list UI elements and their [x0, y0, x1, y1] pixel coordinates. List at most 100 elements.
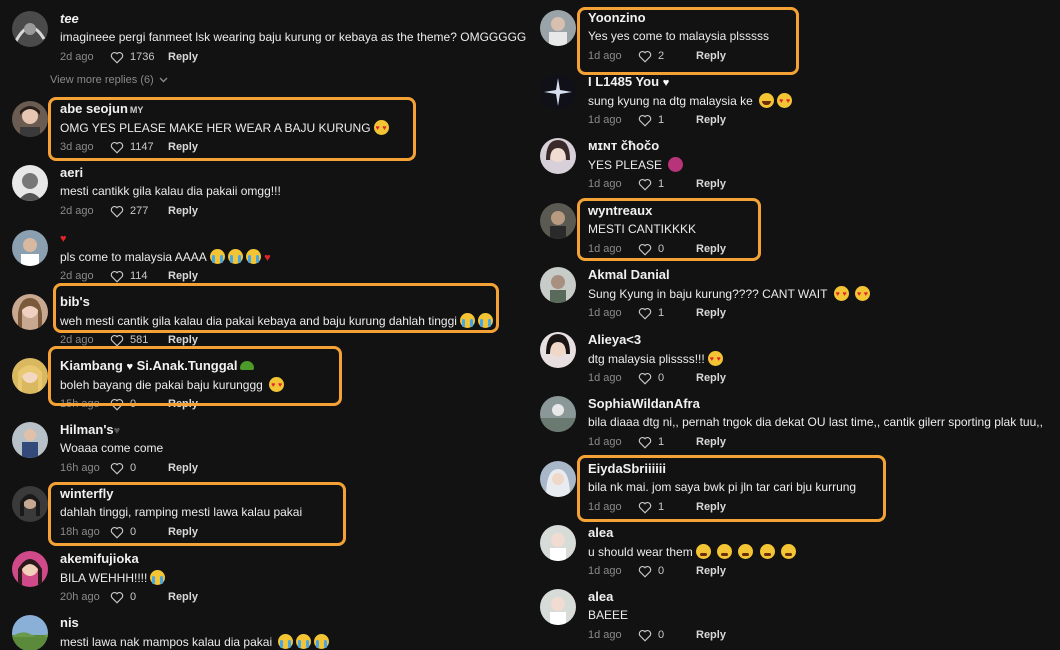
like-button[interactable]: 1 — [638, 501, 696, 514]
comment-username[interactable]: alea — [588, 589, 726, 605]
view-more-replies-button[interactable]: View more replies (6) — [50, 74, 168, 86]
like-button[interactable]: 0 — [110, 398, 168, 411]
reply-button[interactable]: Reply — [696, 50, 726, 62]
avatar[interactable] — [540, 589, 576, 625]
reply-button[interactable]: Reply — [696, 565, 726, 577]
avatar[interactable] — [540, 461, 576, 497]
heart-eyes-emoji-icon — [777, 93, 793, 109]
like-button[interactable]: 1 — [638, 178, 696, 191]
comment-username[interactable]: Alieya<3 — [588, 332, 726, 348]
like-button[interactable]: 1 — [638, 307, 696, 320]
like-button[interactable]: 0 — [110, 591, 168, 604]
like-button[interactable]: 0 — [110, 526, 168, 539]
comment-date: 1d ago — [588, 565, 622, 577]
avatar[interactable] — [12, 551, 48, 587]
comment-username[interactable]: winterfly — [60, 486, 302, 502]
like-count: 0 — [658, 243, 665, 255]
like-button[interactable]: 581 — [110, 334, 168, 347]
comment-username[interactable]: bib's — [60, 294, 493, 310]
comment-username[interactable]: aeri — [60, 165, 281, 181]
avatar[interactable] — [12, 230, 48, 266]
comment-text: BAEEE — [588, 608, 629, 622]
reply-button[interactable]: Reply — [168, 526, 198, 538]
avatar[interactable] — [540, 396, 576, 432]
comment-username[interactable]: EiydaSbriiiiii — [588, 461, 856, 477]
comment-username[interactable]: abe seojun — [60, 101, 128, 116]
reply-button[interactable]: Reply — [168, 51, 198, 63]
comment-username[interactable]: Kiambang — [60, 358, 123, 373]
heart-icon — [638, 629, 652, 642]
comment-text: MESTI CANTIKKKK — [588, 222, 697, 236]
comment-text: mesti cantikk gila kalau dia pakaii omgg… — [60, 184, 281, 198]
reply-button[interactable]: Reply — [168, 141, 198, 153]
like-button[interactable]: 0 — [638, 372, 696, 385]
reply-button[interactable]: Reply — [168, 205, 198, 217]
like-button[interactable]: 114 — [110, 270, 168, 283]
reply-button[interactable]: Reply — [696, 243, 726, 255]
comment-text: YES PLEASE — [588, 158, 663, 172]
comment-date: 1d ago — [588, 372, 622, 384]
comment-username[interactable]: ᴍɪɴᴛ čħočo — [588, 138, 726, 154]
comment-date: 2d ago — [60, 270, 94, 282]
avatar[interactable] — [540, 10, 576, 46]
comment-username[interactable]: SophiaWildanAfra — [588, 396, 1043, 412]
comment-username[interactable]: nis — [60, 615, 329, 631]
reply-button[interactable]: Reply — [696, 372, 726, 384]
avatar[interactable] — [12, 422, 48, 458]
like-button[interactable]: 1736 — [110, 51, 168, 64]
like-button[interactable]: 0 — [638, 243, 696, 256]
avatar[interactable] — [12, 294, 48, 330]
comment-item: Hilman's♥ Woaaa come come 16h ago 0 Reply — [12, 422, 412, 482]
reply-button[interactable]: Reply — [168, 398, 198, 410]
reply-button[interactable]: Reply — [168, 462, 198, 474]
comment-username[interactable]: Hilman's — [60, 422, 114, 437]
avatar[interactable] — [540, 525, 576, 561]
crying-emoji-icon — [245, 249, 261, 264]
comment-username[interactable]: Akmal Danial — [588, 267, 870, 283]
like-button[interactable]: 2 — [638, 50, 696, 63]
like-count: 0 — [130, 591, 137, 603]
avatar[interactable] — [540, 203, 576, 239]
like-button[interactable]: 277 — [110, 205, 168, 218]
avatar[interactable] — [540, 138, 576, 174]
like-button[interactable]: 1 — [638, 114, 696, 127]
comment-text: OMG YES PLEASE MAKE HER WEAR A BAJU KURU… — [60, 121, 371, 135]
avatar[interactable] — [12, 358, 48, 394]
like-button[interactable]: 1 — [638, 436, 696, 449]
like-button[interactable]: 1147 — [110, 141, 168, 154]
comment-username[interactable]: akemifujioka — [60, 551, 198, 567]
avatar[interactable] — [12, 165, 48, 201]
comment-text: BILA WEHHH!!!! — [60, 571, 148, 585]
avatar[interactable] — [540, 332, 576, 368]
comment-username[interactable]: Yoonzino — [588, 10, 769, 26]
reply-button[interactable]: Reply — [696, 629, 726, 641]
reply-button[interactable]: Reply — [696, 501, 726, 513]
comment-item: Akmal Danial Sung Kyung in baju kurung??… — [540, 267, 940, 327]
reply-button[interactable]: Reply — [696, 114, 726, 126]
like-button[interactable]: 0 — [638, 565, 696, 578]
heart-badge-icon: ♥ — [60, 233, 67, 245]
comment-username[interactable]: wyntreaux — [588, 203, 726, 219]
comment-item: akemifujioka BILA WEHHH!!!! 20h ago 0 Repl… — [12, 551, 412, 611]
avatar[interactable] — [540, 74, 576, 110]
crying-emoji-icon — [278, 634, 294, 649]
like-button[interactable]: 0 — [638, 629, 696, 642]
reply-button[interactable]: Reply — [696, 436, 726, 448]
reply-button[interactable]: Reply — [696, 307, 726, 319]
chevron-down-icon — [159, 77, 168, 83]
avatar[interactable] — [12, 486, 48, 522]
reply-button[interactable]: Reply — [168, 270, 198, 282]
heart-icon — [110, 205, 124, 218]
reply-button[interactable]: Reply — [168, 334, 198, 346]
avatar[interactable] — [12, 11, 48, 47]
comment-username[interactable]: tee — [60, 11, 526, 27]
comment-username[interactable]: alea — [588, 525, 796, 541]
comment-username[interactable]: I L1485 You — [588, 74, 659, 89]
avatar[interactable] — [540, 267, 576, 303]
like-count: 2 — [658, 50, 665, 62]
reply-button[interactable]: Reply — [168, 591, 198, 603]
reply-button[interactable]: Reply — [696, 178, 726, 190]
avatar[interactable] — [12, 101, 48, 137]
like-button[interactable]: 0 — [110, 462, 168, 475]
avatar[interactable] — [12, 615, 48, 650]
